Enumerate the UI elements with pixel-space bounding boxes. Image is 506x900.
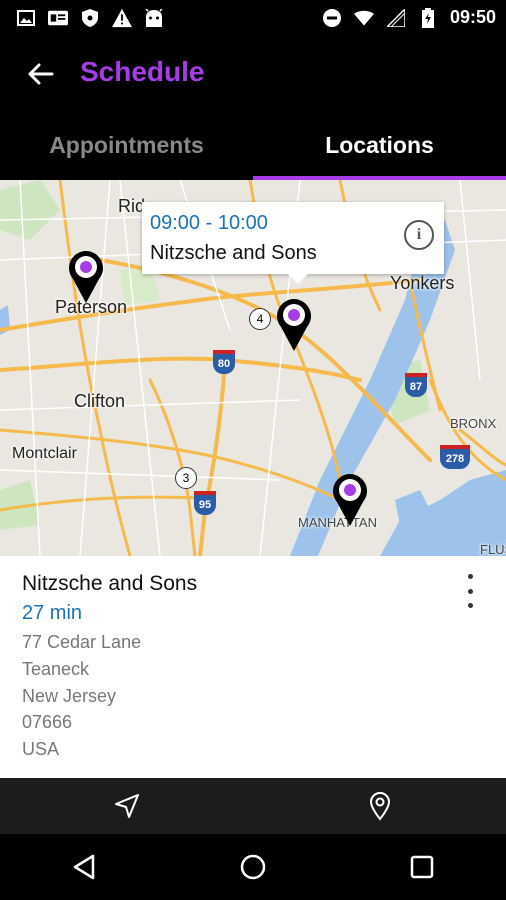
tab-appointments-label: Appointments xyxy=(49,131,204,158)
map-pin-manhattan[interactable] xyxy=(331,471,369,527)
status-bar: 09:50 xyxy=(0,0,506,38)
location-button[interactable] xyxy=(253,778,506,834)
location-pin-icon xyxy=(369,792,390,821)
system-home-button[interactable] xyxy=(228,842,278,892)
info-window-name: Nitzsche and Sons xyxy=(150,242,317,264)
address-state: New Jersey xyxy=(22,686,117,706)
route-3-shield: 3 xyxy=(175,467,197,489)
tab-locations-label: Locations xyxy=(325,131,434,158)
warning-icon xyxy=(112,8,132,28)
map-label-flushing: FLUS xyxy=(480,542,506,556)
address-street: 77 Cedar Lane xyxy=(22,632,142,652)
tab-bar: Appointments Locations xyxy=(0,110,506,180)
address-country: USA xyxy=(22,739,60,759)
system-navigation-bar xyxy=(0,834,506,900)
bottom-navigation xyxy=(0,778,506,834)
arrow-back-icon xyxy=(28,63,54,85)
map-info-window[interactable]: 09:00 - 10:00 Nitzsche and Sons i xyxy=(142,202,444,284)
address-city: Teaneck xyxy=(22,659,90,679)
signal-icon xyxy=(386,8,406,28)
address-zip: 07666 xyxy=(22,712,73,732)
wifi-icon xyxy=(353,8,374,28)
system-recents-button[interactable] xyxy=(397,842,447,892)
clock: 09:50 xyxy=(449,7,496,27)
system-back-button[interactable] xyxy=(59,842,109,892)
map-label-ridgewood: Rid xyxy=(118,196,146,216)
card-icon xyxy=(48,8,68,28)
back-button[interactable] xyxy=(22,56,58,92)
image-icon xyxy=(16,8,36,28)
map-label-bronx: BRONX xyxy=(450,416,497,431)
more-vert-icon-dot xyxy=(467,588,473,594)
android-icon xyxy=(144,8,164,28)
map-pin-paterson[interactable] xyxy=(67,248,105,304)
battery-icon xyxy=(418,7,438,28)
shield-icon xyxy=(80,8,100,28)
location-marker-icon xyxy=(333,474,367,526)
location-marker-icon xyxy=(69,251,103,303)
triangle-back-icon xyxy=(74,854,95,880)
interstate-95-shield: 95 xyxy=(194,491,216,515)
circle-home-icon xyxy=(240,854,266,880)
interstate-87-shield: 87 xyxy=(405,373,427,397)
do-not-disturb-icon xyxy=(322,8,342,28)
interstate-278-shield: 278 xyxy=(440,445,470,469)
map-pin-teaneck[interactable] xyxy=(275,296,313,352)
more-options-button[interactable] xyxy=(458,574,482,608)
location-marker-icon xyxy=(277,299,311,351)
info-window-time: 09:00 - 10:00 xyxy=(150,212,268,234)
navigation-icon xyxy=(114,794,139,818)
location-detail-card: Nitzsche and Sons 27 min 77 Cedar Lane T… xyxy=(0,556,506,778)
route-4-shield: 4 xyxy=(249,308,271,330)
navigate-button[interactable] xyxy=(0,778,253,834)
more-vert-icon-dot xyxy=(467,603,473,608)
map-label-montclair: Montclair xyxy=(12,445,77,462)
map-label-clifton: Clifton xyxy=(74,391,126,411)
map-label-yonkers: Yonkers xyxy=(390,273,455,293)
more-vert-icon-dot xyxy=(467,574,473,579)
location-name: Nitzsche and Sons xyxy=(22,572,198,595)
app-bar: Schedule xyxy=(0,38,506,110)
page-title: Schedule xyxy=(80,56,205,87)
tab-appointments[interactable]: Appointments xyxy=(0,110,253,180)
interstate-80-shield: 80 xyxy=(213,350,235,374)
travel-duration: 27 min xyxy=(22,602,83,624)
square-recents-icon xyxy=(410,855,433,879)
info-icon[interactable]: i xyxy=(404,220,434,250)
tab-locations[interactable]: Locations xyxy=(253,110,506,180)
map-view[interactable]: Rid Paterson Clifton Montclair Yonkers B… xyxy=(0,180,506,556)
